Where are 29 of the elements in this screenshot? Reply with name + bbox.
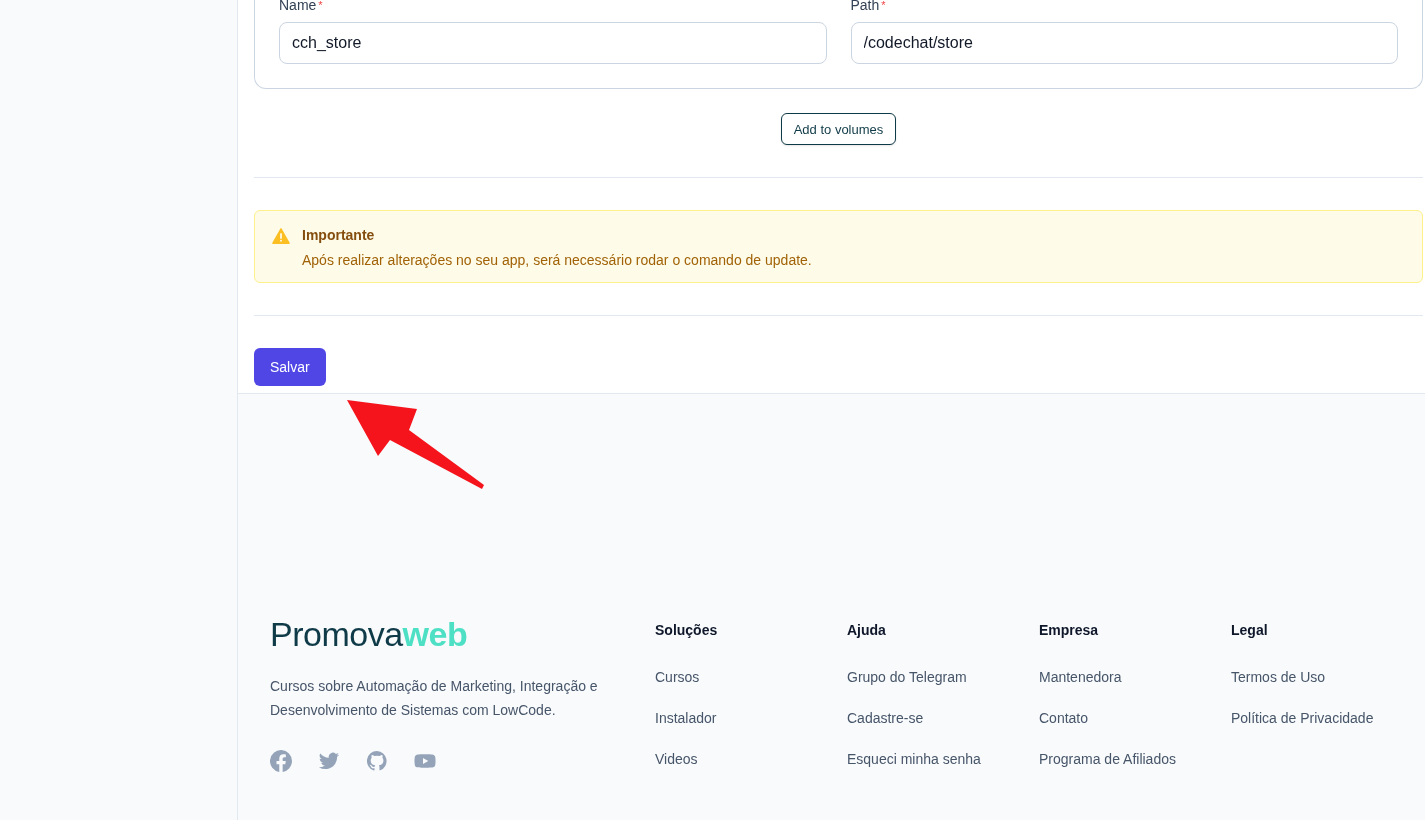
- footer-link[interactable]: Esqueci minha senha: [847, 751, 981, 767]
- field-label: Path*: [850, 0, 887, 15]
- alert-title: Importante: [302, 227, 376, 243]
- footer-link[interactable]: Cursos: [655, 669, 700, 685]
- save-button[interactable]: Salvar: [254, 348, 326, 386]
- footer-link[interactable]: Cadastre-se: [847, 710, 924, 726]
- tagline: Cursos sobre Automação de Marketing, Integração e Desenvolvimento de Sistemas com LowCode.: [270, 677, 599, 720]
- warning-icon: [272, 227, 290, 245]
- footer-heading: Soluções: [655, 622, 718, 638]
- github-icon[interactable]: [366, 750, 388, 772]
- footer-link[interactable]: Mantenedora: [1039, 669, 1122, 685]
- alert-message: Após realizar alterações no seu app, será necessário rodar o comando de update.: [302, 252, 812, 268]
- footer-link[interactable]: Videos: [655, 751, 698, 767]
- field-label: Name*: [279, 0, 324, 15]
- facebook-icon[interactable]: [270, 750, 292, 772]
- footer-link[interactable]: Política de Privacidade: [1231, 710, 1374, 726]
- add-button[interactable]: Add to volumes: [780, 113, 897, 145]
- logo[interactable]: Promovaweb: [270, 616, 468, 652]
- footer-link[interactable]: Contato: [1039, 710, 1089, 726]
- footer-link[interactable]: Termos de Uso: [1231, 669, 1326, 685]
- input-field[interactable]: cch_store: [279, 22, 827, 64]
- bird-icon[interactable]: [318, 750, 340, 772]
- footer-link[interactable]: Instalador: [655, 710, 717, 726]
- footer-link[interactable]: Programa de Afiliados: [1039, 751, 1176, 767]
- footer-heading: Ajuda: [847, 622, 886, 638]
- footer-link[interactable]: Grupo do Telegram: [847, 669, 967, 685]
- footer-heading: Legal: [1231, 622, 1268, 638]
- input-field[interactable]: /codechat/store: [850, 22, 1398, 64]
- footer-heading: Empresa: [1039, 622, 1099, 638]
